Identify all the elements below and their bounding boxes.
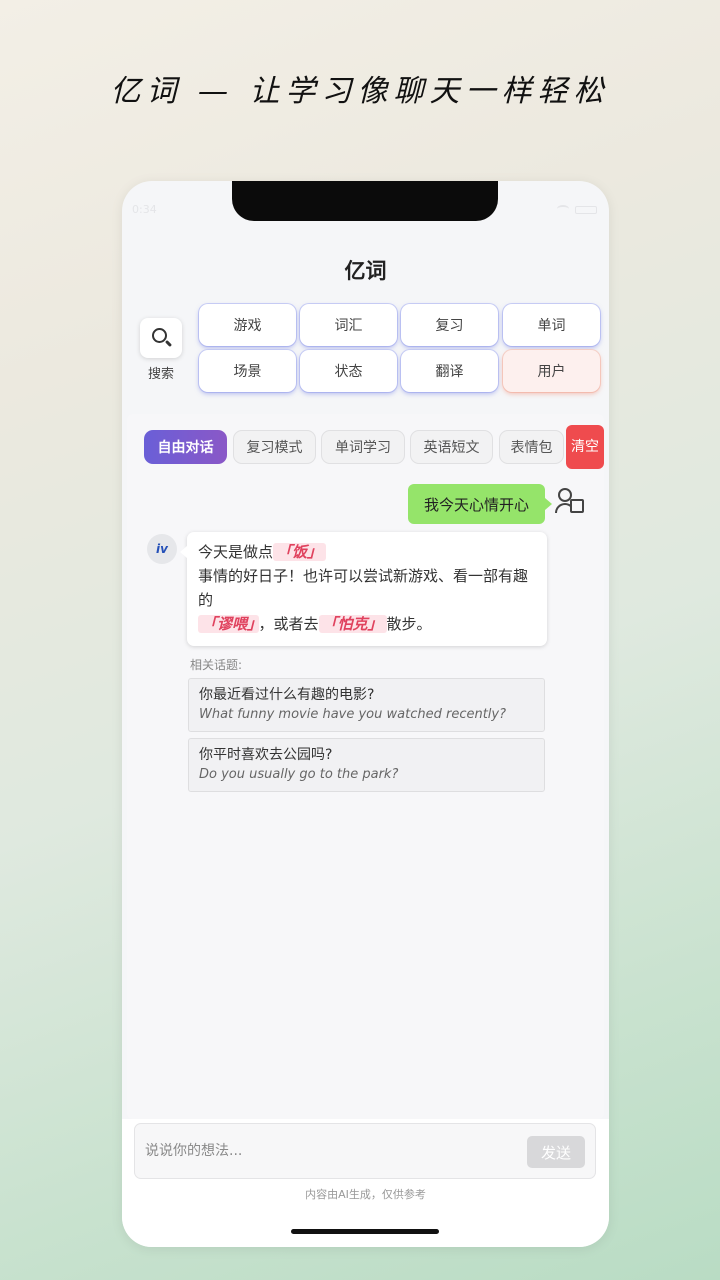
phone-frame: 0:34 亿词 搜索 游戏 词汇 复习 单词 场景 状态 翻译 用户 自由对话 … — [122, 181, 609, 1247]
category-scenes[interactable]: 场景 — [199, 350, 296, 392]
category-translate[interactable]: 翻译 — [401, 350, 498, 392]
home-indicator — [291, 1229, 439, 1234]
category-vocabulary[interactable]: 词汇 — [300, 304, 397, 346]
category-words[interactable]: 单词 — [503, 304, 600, 346]
related-topic-item[interactable]: 你最近看过什么有趣的电影? What funny movie have you … — [188, 678, 545, 732]
chat-panel: 自由对话 复习模式 单词学习 英语短文 表情包 清空 我今天心情开心 iv 今天… — [127, 414, 604, 1119]
input-area: 发送 内容由AI生成，仅供参考 — [122, 1119, 609, 1247]
tab-stickers[interactable]: 表情包 — [499, 430, 564, 464]
category-status[interactable]: 状态 — [300, 350, 397, 392]
clear-button[interactable]: 清空 — [566, 425, 604, 469]
tab-free-chat[interactable]: 自由对话 — [144, 430, 227, 464]
send-button[interactable]: 发送 — [527, 1136, 585, 1168]
wifi-icon — [557, 205, 569, 213]
tab-word-study[interactable]: 单词学习 — [321, 430, 405, 464]
status-time: 0:34 — [132, 203, 157, 216]
notch — [232, 181, 498, 221]
bot-message: 今天是做点 「饭」 事情的好日子！也许可以尝试新游戏、看一部有趣的 「谬喂」 ，或者… — [180, 532, 547, 646]
keyword-highlight[interactable]: 「饭」 — [273, 543, 327, 561]
category-review[interactable]: 复习 — [401, 304, 498, 346]
app-title: 亿词 — [344, 259, 387, 283]
keyword-highlight[interactable]: 「谬喂」 — [198, 615, 259, 633]
category-user[interactable]: 用户 — [503, 350, 600, 392]
status-icons — [557, 205, 597, 215]
user-message: 我今天心情开心 — [408, 484, 552, 524]
bot-avatar: iv — [147, 534, 177, 564]
search-button[interactable] — [140, 318, 182, 358]
ai-disclaimer: 内容由AI生成，仅供参考 — [305, 1188, 426, 1201]
user-avatar-icon — [555, 486, 585, 516]
related-topics-label: 相关话题: — [190, 658, 243, 672]
keyword-highlight[interactable]: 「怕克」 — [318, 615, 387, 633]
battery-icon — [575, 206, 597, 214]
input-box: 发送 — [134, 1123, 596, 1179]
tab-review-mode[interactable]: 复习模式 — [233, 430, 316, 464]
category-games[interactable]: 游戏 — [199, 304, 296, 346]
message-input[interactable] — [145, 1136, 515, 1166]
promo-title: 亿词 — 让学习像聊天一样轻松 — [110, 74, 610, 109]
related-topic-item[interactable]: 你平时喜欢去公园吗? Do you usually go to the park… — [188, 738, 545, 792]
search-label: 搜索 — [147, 367, 174, 382]
tab-english-essay[interactable]: 英语短文 — [410, 430, 493, 464]
